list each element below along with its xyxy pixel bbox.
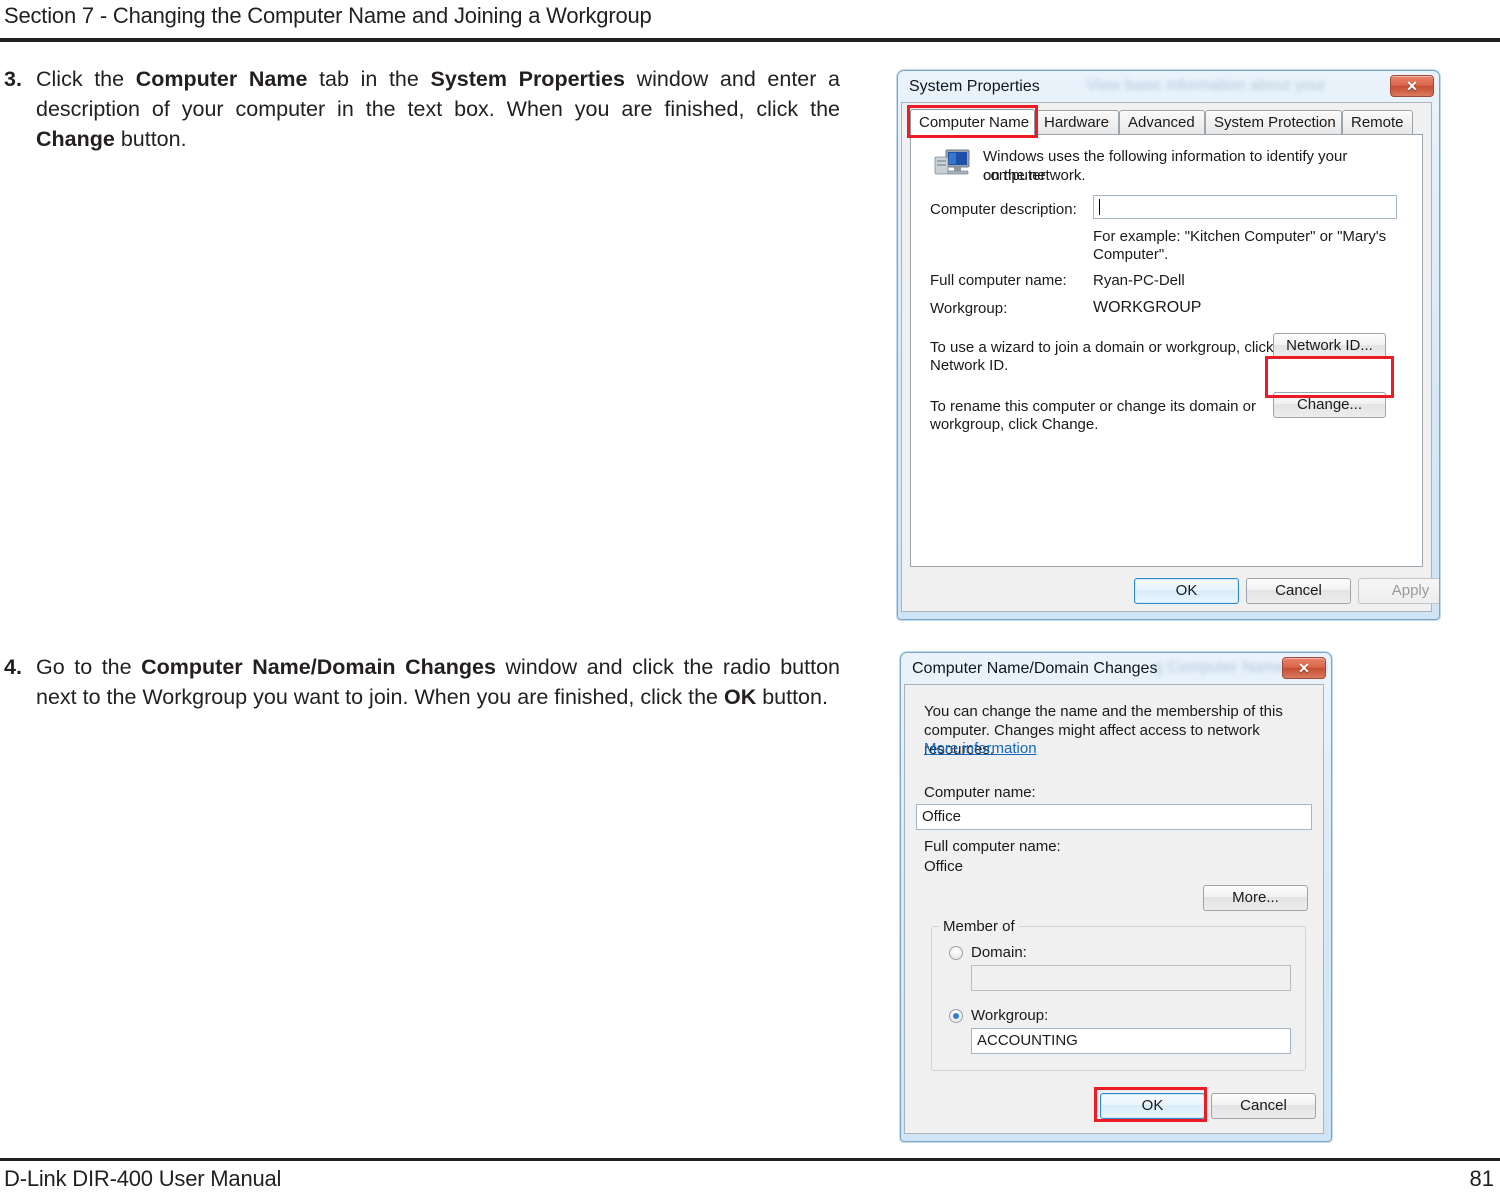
step-3-text: Click the Computer Name tab in the Syste… bbox=[36, 67, 841, 151]
tab-system-protection[interactable]: System Protection bbox=[1205, 110, 1342, 135]
more-button[interactable]: More... bbox=[1203, 885, 1308, 911]
domain-input[interactable] bbox=[971, 965, 1291, 991]
domain-changes-title: Computer Name/Domain Changes bbox=[912, 660, 1158, 677]
footer-divider bbox=[0, 1158, 1500, 1161]
system-properties-dialog: View basic information about your System… bbox=[897, 70, 1440, 620]
computer-name-tabpanel: Windows uses the following information t… bbox=[910, 134, 1423, 567]
ok-button[interactable]: OK bbox=[1134, 578, 1239, 604]
computer-name-input[interactable]: Office bbox=[916, 804, 1312, 830]
example-line-2: Computer". bbox=[1093, 246, 1169, 263]
system-properties-titlebar[interactable]: View basic information about your System… bbox=[901, 74, 1436, 104]
change-text-line-2: workgroup, click Change. bbox=[930, 416, 1099, 433]
close-icon[interactable]: ✕ bbox=[1282, 657, 1326, 679]
step-4-text: Go to the Computer Name/Domain Changes w… bbox=[36, 655, 840, 709]
computer-description-label: Computer description: bbox=[930, 201, 1077, 218]
footer-manual-title: D-Link DIR-400 User Manual bbox=[4, 1166, 282, 1191]
computer-icon bbox=[933, 148, 971, 180]
network-id-text-line-2: Network ID. bbox=[930, 357, 1009, 374]
close-icon[interactable]: ✕ bbox=[1390, 75, 1434, 97]
member-of-label: Member of bbox=[939, 918, 1019, 935]
header-divider bbox=[0, 38, 1500, 42]
domain-changes-titlebar[interactable]: g Computer Name Properties Computer Name… bbox=[904, 656, 1328, 686]
step-4: 4. Go to the Computer Name/Domain Change… bbox=[0, 652, 840, 712]
step-4-body: Go to the Computer Name/Domain Changes w… bbox=[36, 652, 840, 712]
system-properties-title: System Properties bbox=[909, 78, 1040, 95]
section-header-title: Section 7 - Changing the Computer Name a… bbox=[4, 3, 652, 28]
step-3-body: Click the Computer Name tab in the Syste… bbox=[36, 64, 840, 154]
domain-label: Domain: bbox=[971, 944, 1027, 961]
workgroup-value: WORKGROUP bbox=[1093, 299, 1202, 316]
cancel-button[interactable]: Cancel bbox=[1211, 1093, 1316, 1119]
change-text-line-1: To rename this computer or change its do… bbox=[930, 398, 1256, 415]
workgroup-input[interactable]: ACCOUNTING bbox=[971, 1028, 1291, 1054]
domain-radio[interactable] bbox=[949, 946, 963, 960]
network-id-button[interactable]: Network ID... bbox=[1273, 333, 1386, 359]
tab-remote[interactable]: Remote bbox=[1342, 110, 1413, 135]
computer-description-input[interactable] bbox=[1093, 195, 1397, 219]
more-information-link[interactable]: More information bbox=[924, 740, 1037, 757]
tab-hardware[interactable]: Hardware bbox=[1035, 110, 1119, 135]
workgroup-value: ACCOUNTING bbox=[977, 1032, 1078, 1049]
computer-name-label: Computer name: bbox=[924, 784, 1036, 801]
text-caret bbox=[1099, 199, 1100, 215]
cancel-button[interactable]: Cancel bbox=[1246, 578, 1351, 604]
domain-changes-dialog: g Computer Name Properties Computer Name… bbox=[900, 652, 1332, 1142]
tab-advanced[interactable]: Advanced bbox=[1119, 110, 1205, 135]
full-computer-name-label: Full computer name: bbox=[924, 838, 1061, 855]
change-button[interactable]: Change... bbox=[1273, 392, 1386, 418]
domain-changes-intro-line-1: You can change the name and the membersh… bbox=[924, 703, 1283, 720]
computer-name-value: Office bbox=[922, 808, 961, 825]
system-properties-body: Computer Name Hardware Advanced System P… bbox=[901, 102, 1439, 612]
step-4-number: 4. bbox=[4, 655, 22, 679]
workgroup-label: Workgroup: bbox=[971, 1007, 1049, 1024]
network-id-text-line-1: To use a wizard to join a domain or work… bbox=[930, 339, 1274, 356]
ok-button[interactable]: OK bbox=[1100, 1093, 1205, 1119]
step-3-number: 3. bbox=[4, 67, 22, 91]
titlebar-ghost-text: View basic information about your bbox=[1086, 77, 1326, 94]
full-computer-name-value: Ryan-PC-Dell bbox=[1093, 272, 1185, 289]
footer-page-number: 81 bbox=[1469, 1166, 1494, 1191]
full-computer-name-label: Full computer name: bbox=[930, 272, 1067, 289]
example-line-1: For example: "Kitchen Computer" or "Mary… bbox=[1093, 228, 1387, 245]
system-properties-tabstrip: Computer Name Hardware Advanced System P… bbox=[910, 109, 1423, 136]
intro-line-2: on the network. bbox=[983, 167, 1086, 184]
domain-changes-body: You can change the name and the membersh… bbox=[904, 684, 1324, 1134]
step-3: 3. Click the Computer Name tab in the Sy… bbox=[0, 64, 840, 154]
tab-computer-name[interactable]: Computer Name bbox=[910, 109, 1035, 136]
workgroup-label: Workgroup: bbox=[930, 300, 1008, 317]
full-computer-name-value: Office bbox=[924, 858, 963, 875]
apply-button: Apply bbox=[1358, 578, 1439, 604]
workgroup-radio[interactable] bbox=[949, 1009, 963, 1023]
